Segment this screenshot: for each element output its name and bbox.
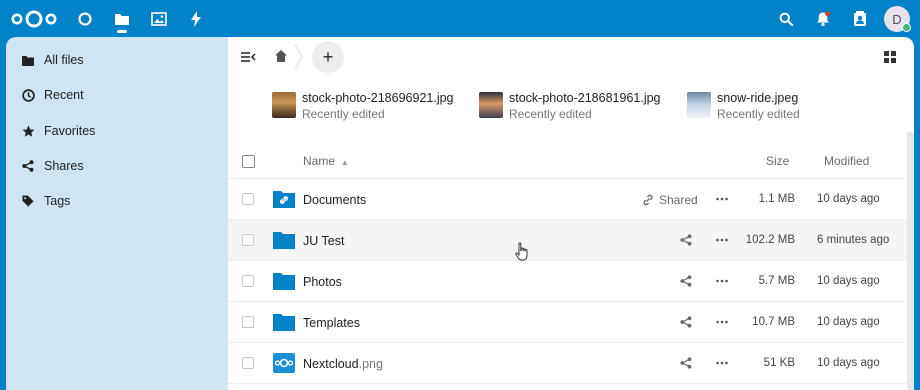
table-row[interactable]: Templates 10.7 MB 10 days ago xyxy=(228,302,908,343)
table-row[interactable]: Nextcloud.png 51 KB 10 days ago xyxy=(228,343,908,384)
recent-file-name: stock-photo-218681961.jpg xyxy=(509,91,661,105)
grid-view-icon[interactable] xyxy=(884,51,896,63)
recent-file-name: snow-ride.jpeg xyxy=(717,91,799,105)
share-icon[interactable] xyxy=(680,356,692,370)
sidebar-item-favorites[interactable]: Favorites xyxy=(6,116,228,146)
tag-icon xyxy=(21,194,35,208)
file-modified: 10 days ago xyxy=(817,316,880,328)
file-modified: 10 days ago xyxy=(817,357,880,369)
nextcloud-logo[interactable] xyxy=(10,9,58,29)
star-icon xyxy=(21,124,35,138)
folder-icon xyxy=(273,232,295,249)
select-all-checkbox[interactable] xyxy=(242,155,255,168)
mouse-pointer-icon xyxy=(515,242,528,261)
contacts-icon[interactable] xyxy=(849,8,871,30)
vertical-scrollbar[interactable] xyxy=(907,132,914,390)
table-row[interactable]: JU Test 102.2 MB 6 minutes ago xyxy=(228,220,908,261)
active-app-indicator xyxy=(117,30,127,33)
file-size: 1.1 MB xyxy=(758,193,795,205)
sidebar-item-tags[interactable]: Tags xyxy=(6,186,228,216)
file-thumbnail xyxy=(479,92,503,118)
more-actions-icon[interactable] xyxy=(715,233,729,247)
share-icon[interactable] xyxy=(680,274,692,288)
sidebar-item-shares[interactable]: Shares xyxy=(6,151,228,181)
folder-icon xyxy=(273,273,295,290)
status-indicator xyxy=(902,23,911,32)
folder-icon xyxy=(21,53,35,67)
recent-file-subtitle: Recently edited xyxy=(302,107,385,121)
sidebar-item-label: Recent xyxy=(44,88,84,102)
folder-icon xyxy=(273,314,295,331)
file-size: 102.2 MB xyxy=(745,234,795,246)
home-icon[interactable] xyxy=(274,49,288,63)
sidebar-item-label: Favorites xyxy=(44,124,96,138)
more-actions-icon[interactable] xyxy=(715,192,729,206)
share-icon[interactable] xyxy=(680,233,692,247)
file-size: 10.7 MB xyxy=(752,316,795,328)
sort-ascending-icon: ▲ xyxy=(341,158,349,167)
file-name[interactable]: Nextcloud.png xyxy=(303,357,383,371)
image-file-icon xyxy=(273,353,295,373)
more-actions-icon[interactable] xyxy=(715,356,729,370)
clock-icon xyxy=(21,88,35,102)
row-checkbox[interactable] xyxy=(242,234,254,246)
sidebar-item-label: Shares xyxy=(44,159,84,173)
shared-button[interactable]: Shared xyxy=(642,192,698,208)
column-header-modified[interactable]: Modified xyxy=(824,154,869,168)
row-checkbox[interactable] xyxy=(242,316,254,328)
more-actions-icon[interactable] xyxy=(715,315,729,329)
file-size: 5.7 MB xyxy=(758,275,795,287)
file-modified: 10 days ago xyxy=(817,193,880,205)
file-name[interactable]: JU Test xyxy=(303,234,344,248)
file-name[interactable]: Documents xyxy=(303,193,366,207)
sidebar-item-label: All files xyxy=(44,53,84,67)
share-icon[interactable] xyxy=(680,315,692,329)
new-file-button[interactable]: + xyxy=(312,41,344,73)
files-main-content: + stock-photo-218696921.jpg Recently edi… xyxy=(228,37,914,390)
file-name[interactable]: Photos xyxy=(303,275,342,289)
share-icon xyxy=(21,159,35,173)
more-actions-icon[interactable] xyxy=(715,274,729,288)
table-row[interactable]: Documents Shared 1.1 MB 10 days ago xyxy=(228,179,908,220)
file-size: 51 KB xyxy=(763,357,795,369)
dashboard-icon[interactable] xyxy=(75,9,95,29)
app-header: D xyxy=(0,0,920,37)
table-row[interactable]: Photos 5.7 MB 10 days ago xyxy=(228,261,908,302)
sidebar-item-recent[interactable]: Recent xyxy=(6,80,228,110)
shared-label: Shared xyxy=(659,193,698,207)
sidebar-item-label: Tags xyxy=(44,194,71,208)
row-checkbox[interactable] xyxy=(242,275,254,287)
column-header-size[interactable]: Size xyxy=(766,154,789,168)
row-checkbox[interactable] xyxy=(242,193,254,205)
toggle-navigation-icon[interactable] xyxy=(240,49,256,65)
search-icon[interactable] xyxy=(775,8,797,30)
link-icon xyxy=(643,194,653,206)
sidebar-item-all-files[interactable]: All files xyxy=(6,45,228,75)
file-thumbnail xyxy=(272,92,296,118)
row-checkbox[interactable] xyxy=(242,357,254,369)
breadcrumb-separator-icon xyxy=(294,43,303,71)
file-thumbnail xyxy=(687,92,711,118)
navigation-sidebar: All files Recent Favorites Shares Tags xyxy=(6,37,228,390)
files-icon[interactable] xyxy=(112,9,132,29)
file-modified: 10 days ago xyxy=(817,275,880,287)
recent-file-subtitle: Recently edited xyxy=(509,107,592,121)
file-name[interactable]: Templates xyxy=(303,316,360,330)
notifications-icon[interactable] xyxy=(812,8,834,30)
photos-icon[interactable] xyxy=(149,9,169,29)
shared-folder-icon xyxy=(273,191,295,208)
file-modified: 6 minutes ago xyxy=(817,234,890,246)
recent-file-subtitle: Recently edited xyxy=(717,107,800,121)
column-header-name[interactable]: Name xyxy=(303,154,335,168)
recent-file-name: stock-photo-218696921.jpg xyxy=(302,91,454,105)
activity-icon[interactable] xyxy=(186,9,206,29)
